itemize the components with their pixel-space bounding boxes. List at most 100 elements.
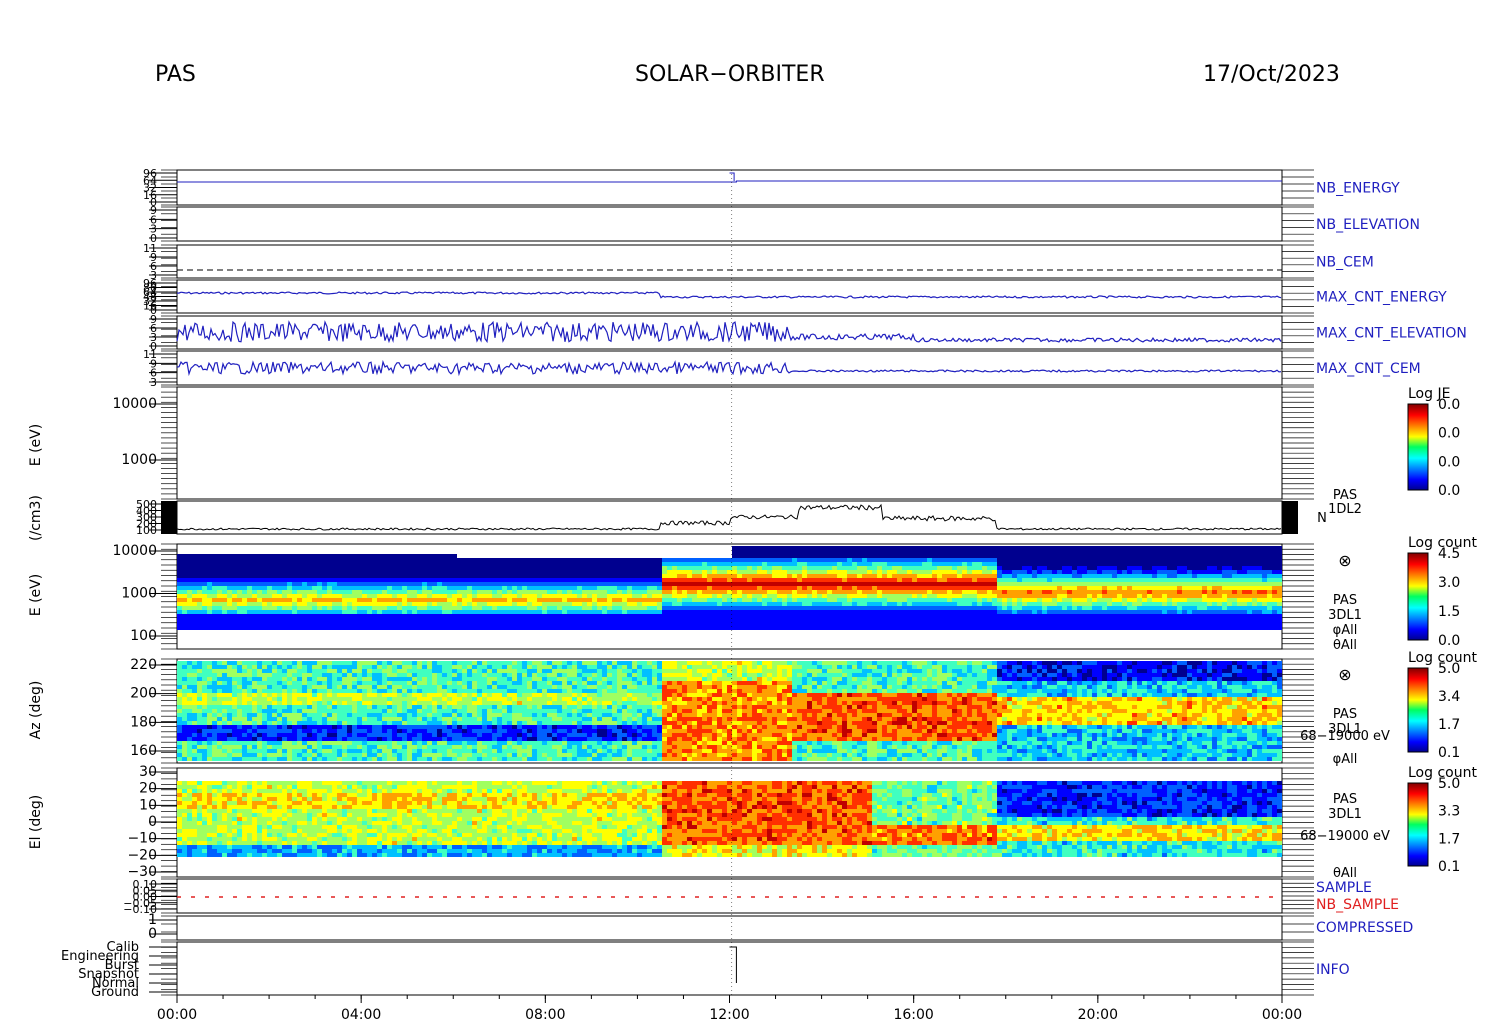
energy-direction-icon: ⊗	[1338, 551, 1351, 570]
elevation-ytick-label: 30	[139, 764, 157, 780]
azimuth-ytick-label: 200	[130, 686, 157, 702]
x-tick-label: 08:00	[525, 1007, 565, 1020]
hk-panel-label: MAX_CNT_ELEVATION	[1316, 326, 1467, 342]
density-ylabel: (/cm3)	[28, 495, 44, 541]
hk-tick-label: 3	[150, 376, 157, 389]
azimuth-spectrogram-cells	[177, 661, 1282, 761]
x-tick-label: 12:00	[709, 1007, 749, 1020]
hk-panel-frame	[176, 244, 1283, 279]
energy-colorbar-bar	[1407, 552, 1429, 641]
elevation-colorbar-tick: 0.1	[1438, 859, 1460, 875]
minor-ticks	[161, 915, 1314, 941]
density-panel-frame	[176, 500, 1283, 535]
hk-panel-label: NB_ENERGY	[1316, 181, 1400, 197]
hk-panel-label: NB_ELEVATION	[1316, 217, 1420, 233]
azimuth-ytick-label: 220	[130, 657, 157, 673]
energy-right-label: φAll	[1333, 623, 1358, 638]
energy-colorbar-tick: 3.0	[1438, 575, 1460, 591]
summary-plot: 966432160NB_ENERGY9630NB_ELEVATION11963N…	[28, 167, 1477, 1020]
hk-panel-frame	[176, 279, 1283, 314]
minor-ticks	[161, 350, 1314, 386]
compressed-panel-frame	[176, 915, 1283, 941]
x-tick-label: 16:00	[893, 1007, 933, 1020]
nb-sample-label: NB_SAMPLE	[1316, 897, 1399, 913]
energy-right-label: PAS	[1333, 593, 1357, 608]
energy-colorbar-tick: 0.0	[1438, 633, 1460, 649]
elevation-colorbar-bar	[1407, 782, 1429, 867]
je-colorbar-bar	[1407, 403, 1429, 491]
elevation-right-label: θAll	[1333, 866, 1357, 881]
minor-ticks	[161, 386, 1314, 500]
elevation-colorbar-tick: 1.7	[1438, 831, 1460, 847]
azimuth-right-label: 68−19000 eV	[1300, 729, 1390, 744]
azimuth-colorbar-tick: 0.1	[1438, 745, 1460, 761]
je-colorbar-tick: 0.0	[1438, 426, 1460, 442]
sample-label: SAMPLE	[1316, 880, 1372, 896]
azimuth-colorbar-tick: 1.7	[1438, 717, 1460, 733]
azimuth-ylabel: Az (deg)	[28, 681, 44, 740]
minor-ticks	[161, 941, 1314, 996]
x-tick-label: 20:00	[1078, 1007, 1118, 1020]
elevation-ylabel: El (deg)	[28, 795, 44, 850]
elevation-colorbar-tick: 3.3	[1438, 804, 1460, 820]
info-panel-frame	[176, 941, 1283, 996]
minor-ticks	[161, 206, 1314, 242]
azimuth-ytick-label: 180	[130, 714, 157, 730]
azimuth-direction-icon: ⊗	[1338, 665, 1351, 684]
azimuth-right-label: φAll	[1333, 752, 1358, 767]
nb-energy-trace	[177, 180, 1282, 183]
azimuth-right-label: PAS	[1333, 707, 1357, 722]
density-right-label: PAS	[1333, 488, 1357, 503]
je-colorbar-tick: 0.0	[1438, 397, 1460, 413]
elevation-right-label: PAS	[1333, 792, 1357, 807]
elevation-ytick-label: −20	[127, 847, 157, 863]
x-tick-label: 00:00	[1262, 1007, 1302, 1020]
minor-ticks	[161, 169, 1314, 206]
info-ytick-label: Ground	[91, 985, 139, 1000]
compressed-label: COMPRESSED	[1316, 920, 1413, 936]
elevation-ytick-label: 10	[139, 797, 157, 813]
azimuth-colorbar-bar	[1407, 667, 1429, 753]
energy-ytick-label: 1000	[121, 586, 157, 602]
energy-colorbar-tick: 1.5	[1438, 604, 1460, 620]
hk-panel-label: MAX_CNT_ENERGY	[1316, 290, 1447, 306]
hk-panel-label: MAX_CNT_CEM	[1316, 361, 1421, 377]
max-cnt-energy-trace	[176, 291, 1282, 299]
energy-ylabel: E (eV)	[28, 574, 44, 616]
hk-panel-frame	[176, 206, 1283, 242]
hk-panel-frame	[176, 350, 1283, 386]
je-ytick-label: 10000	[112, 396, 157, 412]
hk-panel-label: NB_CEM	[1316, 255, 1374, 271]
elevation-ytick-label: 20	[139, 781, 157, 797]
density-trace	[176, 503, 1282, 531]
elevation-colorbar-tick: 5.0	[1438, 776, 1460, 792]
compressed-ytick-label: 0	[148, 926, 157, 942]
sample-panel-frame	[176, 878, 1283, 914]
elevation-right-label: 68−19000 eV	[1300, 829, 1390, 844]
elevation-ytick-label: 0	[148, 814, 157, 830]
azimuth-ytick-label: 160	[130, 743, 157, 759]
info-trace	[729, 946, 737, 983]
je-spectrogram-frame	[176, 386, 1283, 500]
x-tick-label: 00:00	[157, 1007, 197, 1020]
hk-panel-frame	[176, 169, 1283, 206]
azimuth-colorbar-tick: 3.4	[1438, 689, 1460, 705]
x-tick-label: 04:00	[341, 1007, 381, 1020]
energy-right-label: 3DL1	[1328, 608, 1362, 623]
hk-panel-frame	[176, 315, 1283, 350]
je-colorbar-tick: 0.0	[1438, 483, 1460, 499]
je-ytick-label: 1000	[121, 452, 157, 468]
density-ytick-label: 100	[136, 524, 157, 537]
je-colorbar-tick: 0.0	[1438, 454, 1460, 470]
elevation-ytick-label: −10	[127, 831, 157, 847]
info-label: INFO	[1316, 962, 1350, 978]
energy-colorbar-tick: 4.5	[1438, 546, 1460, 562]
density-right-label: 1DL2	[1328, 502, 1362, 517]
elevation-spectrogram-cells	[177, 781, 1282, 857]
max-cnt-elevation-trace	[176, 320, 1282, 344]
density-right-label: N	[1317, 511, 1327, 526]
azimuth-colorbar-tick: 5.0	[1438, 661, 1460, 677]
energy-spectrogram-cells	[177, 546, 1282, 630]
density-right-fill	[1282, 501, 1298, 534]
max-cnt-cem-trace	[176, 359, 1282, 377]
